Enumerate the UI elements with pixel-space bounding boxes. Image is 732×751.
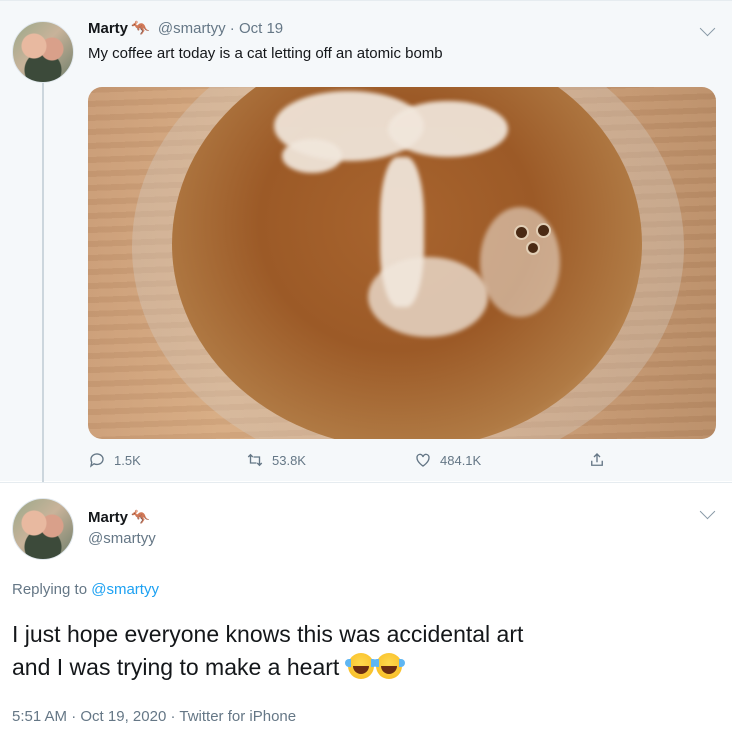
chevron-down-icon[interactable]	[699, 20, 716, 37]
tweet-header: Marty 🦘 @smartyy · Oct 19	[88, 19, 283, 37]
tweet-full-date[interactable]: Oct 19, 2020	[80, 708, 166, 725]
coffee-bubble	[528, 243, 538, 253]
tweet-source[interactable]: Twitter for iPhone	[179, 708, 296, 725]
retweet-action[interactable]: 53.8K	[246, 451, 306, 469]
author-name-line: Marty 🦘	[88, 508, 154, 526]
replying-label: Replying to	[12, 581, 88, 598]
heart-icon	[416, 453, 430, 467]
separator-dot: ·	[229, 20, 235, 37]
tweet-date[interactable]: Oct 19	[239, 20, 283, 37]
author-name[interactable]: Marty	[88, 20, 128, 37]
tweet-meta: 5:51 AM · Oct 19, 2020 · Twitter for iPh…	[12, 708, 296, 725]
reply-icon	[89, 453, 104, 468]
foam-cloud-right	[388, 101, 508, 157]
like-action[interactable]: 484.1K	[414, 451, 481, 469]
tweet-text-line-2: and I was trying to make a heart	[12, 651, 712, 684]
reply-action[interactable]: 1.5K	[88, 451, 141, 469]
share-icon	[591, 453, 603, 466]
share-action[interactable]	[588, 451, 606, 469]
separator-dot: ·	[170, 708, 176, 725]
coffee-bubble	[516, 227, 527, 238]
avatar[interactable]	[12, 21, 74, 83]
reply-count: 1.5K	[114, 452, 141, 468]
tweet-text-line: and I was trying to make a heart	[12, 654, 340, 680]
like-count: 484.1K	[440, 452, 482, 468]
foam-cat-body	[368, 257, 488, 337]
separator-dot: ·	[71, 708, 77, 725]
tweet-photo[interactable]	[88, 87, 716, 439]
foam-cat-head	[480, 207, 560, 317]
author-handle[interactable]: @smartyy	[88, 530, 156, 547]
thread-connector-line	[42, 81, 44, 491]
author-handle[interactable]: @smartyy	[158, 20, 226, 37]
laughing-emoji-icon	[344, 653, 377, 679]
retweet-count: 53.8K	[272, 452, 306, 468]
retweet-icon	[247, 453, 263, 467]
author-name[interactable]: Marty	[88, 509, 128, 526]
avatar[interactable]	[12, 498, 74, 560]
laughing-emoji-icon	[372, 653, 405, 679]
tweet-time[interactable]: 5:51 AM	[12, 708, 67, 725]
replying-mention[interactable]: @smartyy	[91, 581, 159, 598]
replying-to: Replying to @smartyy	[12, 581, 159, 598]
tweet-text: I just hope everyone knows this was acci…	[12, 618, 712, 684]
coffee-bubble	[538, 225, 549, 236]
tweet-text-line: I just hope everyone knows this was acci…	[12, 621, 524, 647]
tweet-text: My coffee art today is a cat letting off…	[88, 45, 443, 62]
foam-cloud-left	[282, 139, 342, 173]
parent-tweet[interactable]: Marty 🦘 @smartyy · Oct 19 My coffee art t…	[0, 0, 732, 491]
kangaroo-icon: 🦘	[131, 20, 150, 37]
tweet-actions: 1.5K 53.8K 484.1K	[88, 451, 716, 475]
kangaroo-icon: 🦘	[131, 509, 150, 526]
